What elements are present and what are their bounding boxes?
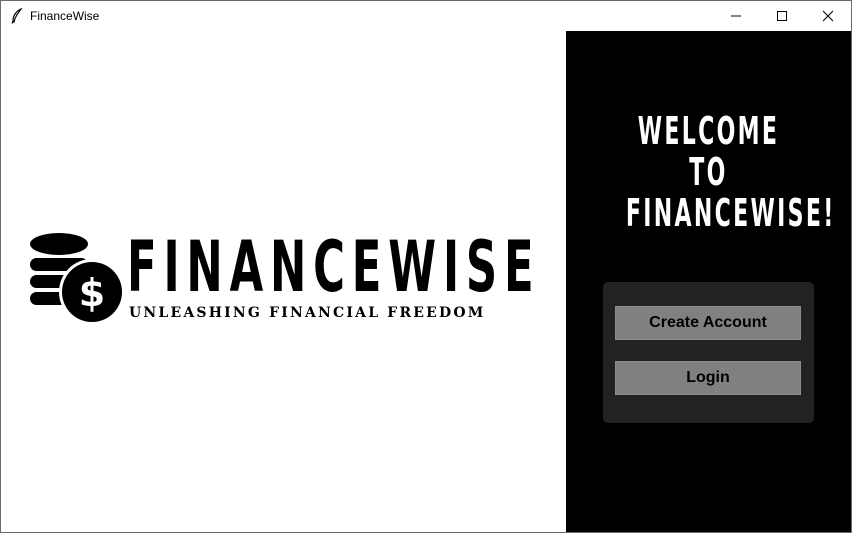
feather-icon xyxy=(10,7,24,24)
dollar-symbol: $ xyxy=(79,271,105,315)
logo-tagline: UNLEASHING FINANCIAL FREEDOM xyxy=(129,305,486,321)
minimize-button[interactable] xyxy=(713,1,759,31)
close-icon xyxy=(822,10,834,22)
welcome-heading: WELCOME TO FINANCEWISE! xyxy=(566,111,851,234)
logo-panel: $ FINANCEWISE UNLEASHING FINANCIAL FREED… xyxy=(1,31,566,532)
logo-wordmark: FINANCEWISE xyxy=(127,226,541,308)
minimize-icon xyxy=(731,15,741,17)
financewise-logo: $ FINANCEWISE UNLEASHING FINANCIAL FREED… xyxy=(29,229,534,331)
login-button[interactable]: Login xyxy=(615,361,801,395)
title-bar[interactable]: FinanceWise xyxy=(1,1,851,31)
window-title: FinanceWise xyxy=(30,9,100,23)
app-window: FinanceWise $ FINANCEWISE UNLEASHING FIN… xyxy=(0,0,852,533)
welcome-line-1: WELCOME xyxy=(637,109,780,153)
welcome-sidebar: WELCOME TO FINANCEWISE! Create Account L… xyxy=(566,31,851,532)
maximize-button[interactable] xyxy=(759,1,805,31)
auth-card: Create Account Login xyxy=(603,282,814,423)
maximize-icon xyxy=(777,11,787,21)
close-button[interactable] xyxy=(805,1,851,31)
coins-dollar-icon: $ xyxy=(29,233,125,325)
create-account-button[interactable]: Create Account xyxy=(615,306,801,340)
welcome-line-2: TO xyxy=(689,150,728,194)
welcome-line-3: FINANCEWISE! xyxy=(625,191,836,235)
